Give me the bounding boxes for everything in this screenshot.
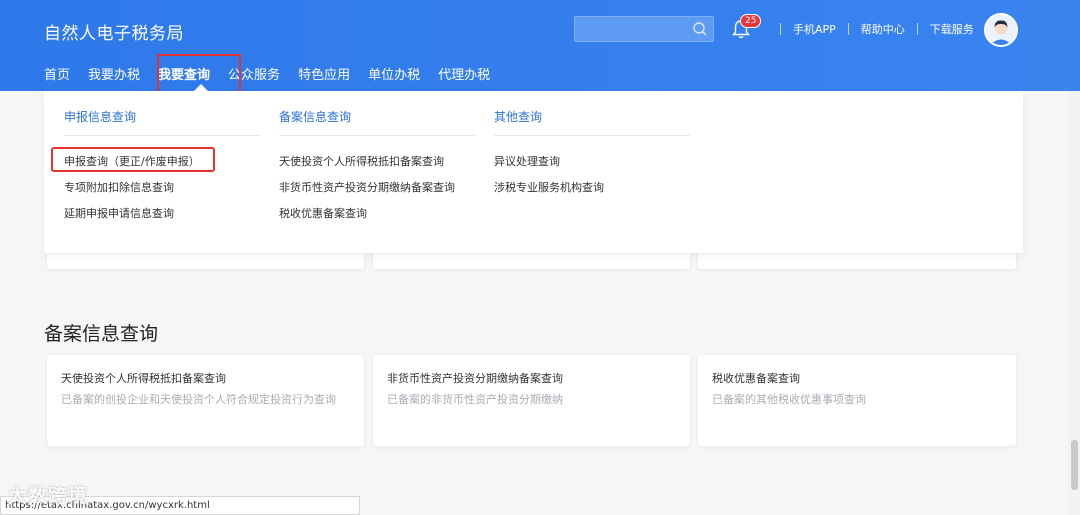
nav-unit-tax[interactable]: 单位办税 [368, 64, 420, 86]
query-dropdown-menu: 申报信息查询 申报查询（更正/作废申报） 专项附加扣除信息查询 延期申报申请信息… [44, 91, 1023, 253]
menu-item-objection-query[interactable]: 异议处理查询 [494, 153, 560, 169]
dropdown-heading: 其他查询 [494, 110, 543, 124]
menu-item-non-monetary-asset-query[interactable]: 非货币性资产投资分期缴纳备案查询 [279, 179, 455, 195]
dropdown-heading: 备案信息查询 [279, 110, 352, 124]
search-input[interactable] [574, 16, 714, 42]
nav-highlight-box [157, 54, 241, 93]
watermark-logo: 大数跨境 [8, 485, 89, 507]
menu-item-highlight-box [51, 147, 215, 172]
card-description: 已备案的创投企业和天使投资个人符合规定投资行为查询 [61, 393, 336, 406]
top-links: 手机APP 帮助中心 下载服务 [768, 21, 974, 37]
card-description: 已备案的非货币性资产投资分期缴纳 [387, 393, 563, 406]
search-icon[interactable] [691, 20, 709, 38]
card-tax-preference[interactable]: 税收优惠备案查询 已备案的其他税收优惠事项查询 [698, 355, 1016, 446]
nav-featured-apps[interactable]: 特色应用 [298, 64, 350, 86]
divider [780, 23, 781, 35]
divider [279, 135, 475, 136]
menu-item-angel-investment-query[interactable]: 天使投资个人所得税抵扣备案查询 [279, 153, 444, 169]
section-title: 备案信息查询 [44, 323, 159, 345]
card-title: 税收优惠备案查询 [712, 372, 800, 385]
card-non-monetary-asset[interactable]: 非货币性资产投资分期缴纳备案查询 已备案的非货币性资产投资分期缴纳 [373, 355, 690, 446]
notification-badge: 25 [740, 14, 762, 28]
mobile-app-link[interactable]: 手机APP [793, 21, 836, 37]
main-nav: 首页 我要办税 我要查询 公众服务 特色应用 单位办税 代理办税 [44, 64, 508, 86]
user-avatar-icon [986, 15, 1016, 45]
menu-item-extension-query[interactable]: 延期申报申请信息查询 [64, 205, 174, 221]
divider [916, 23, 918, 35]
card-description: 已备案的其他税收优惠事项查询 [712, 393, 866, 406]
dropdown-heading: 申报信息查询 [64, 110, 137, 124]
nav-agent-tax[interactable]: 代理办税 [438, 64, 490, 86]
download-service-link[interactable]: 下载服务 [930, 21, 974, 37]
menu-item-agency-query[interactable]: 涉税专业服务机构查询 [494, 179, 604, 195]
nav-tax-handling[interactable]: 我要办税 [88, 64, 140, 86]
card-angel-investment[interactable]: 天使投资个人所得税抵扣备案查询 已备案的创投企业和天使投资个人符合规定投资行为查… [47, 355, 364, 446]
site-title[interactable]: 自然人电子税务局 [44, 19, 184, 44]
card-title: 非货币性资产投资分期缴纳备案查询 [387, 372, 563, 385]
card-title: 天使投资个人所得税抵扣备案查询 [61, 372, 226, 385]
divider [494, 135, 690, 136]
divider [64, 135, 260, 136]
menu-item-special-deduction-query[interactable]: 专项附加扣除信息查询 [64, 179, 174, 195]
help-center-link[interactable]: 帮助中心 [861, 21, 905, 37]
scrollbar-thumb[interactable] [1071, 440, 1078, 490]
avatar[interactable] [984, 13, 1018, 47]
nav-home[interactable]: 首页 [44, 64, 70, 86]
divider [847, 23, 849, 35]
menu-item-tax-preference-query[interactable]: 税收优惠备案查询 [279, 205, 367, 221]
